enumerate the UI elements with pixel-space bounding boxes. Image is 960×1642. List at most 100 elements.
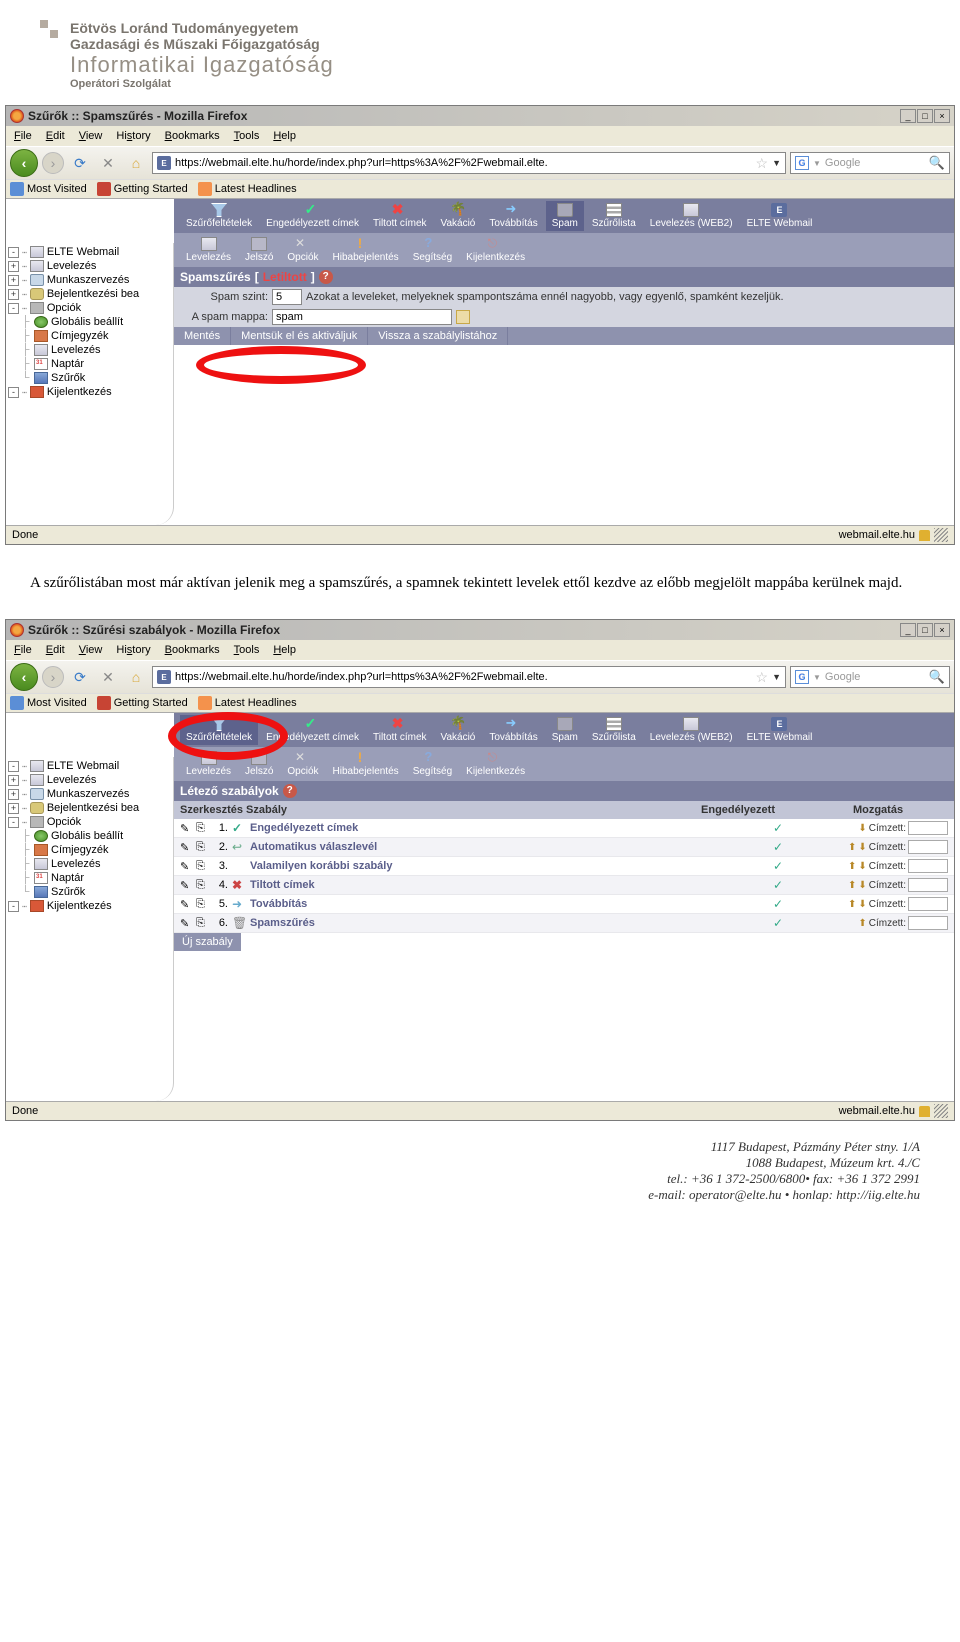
menu-edit[interactable]: Edit — [40, 642, 71, 658]
sidebar-cimjegyzek[interactable]: ├Címjegyzék — [6, 843, 173, 857]
sidebar-levelezes2[interactable]: ├Levelezés — [6, 343, 173, 357]
move-up-icon[interactable]: ⬆ — [858, 918, 866, 929]
copy-rule-icon[interactable]: ⎘ — [196, 860, 212, 873]
menu-bookmarks[interactable]: Bookmarks — [159, 642, 226, 658]
forward-button[interactable]: › — [42, 152, 64, 174]
tab-elte-webmail[interactable]: EELTE Webmail — [741, 715, 819, 745]
search-icon[interactable]: 🔍 — [929, 155, 945, 171]
tab-vakacio[interactable]: 🌴Vakáció — [435, 201, 482, 231]
sidebar-levelezes2[interactable]: ├Levelezés — [6, 857, 173, 871]
tab-levelezes-web2[interactable]: Levelezés (WEB2) — [644, 715, 739, 745]
tab-vakacio[interactable]: 🌴Vakáció — [435, 715, 482, 745]
minimize-button[interactable]: _ — [900, 109, 916, 123]
move-up-icon[interactable]: ⬆ — [848, 899, 856, 910]
menu-tools[interactable]: Tools — [228, 128, 266, 144]
edit-folder-icon[interactable] — [456, 310, 470, 324]
spam-level-input[interactable] — [272, 289, 302, 305]
url-dropdown-icon[interactable]: ▼ — [772, 158, 781, 168]
bookmark-getting-started[interactable]: Getting Started — [97, 182, 188, 196]
edit-rule-icon[interactable]: ✎ — [180, 879, 196, 892]
subtab-opciok[interactable]: ✕Opciók — [281, 235, 324, 265]
rule-enabled-icon[interactable]: ✓ — [708, 840, 848, 854]
back-button[interactable]: ‹ — [10, 663, 38, 691]
rule-name[interactable]: Valamilyen korábbi szabály — [250, 860, 708, 872]
sidebar-cimjegyzek[interactable]: ├Címjegyzék — [6, 329, 173, 343]
copy-rule-icon[interactable]: ⎘ — [196, 822, 212, 835]
save-button[interactable]: Mentés — [174, 327, 231, 345]
rule-enabled-icon[interactable]: ✓ — [708, 859, 848, 873]
subtab-kijelentkezes[interactable]: ⎋Kijelentkezés — [460, 235, 531, 265]
rule-enabled-icon[interactable]: ✓ — [708, 821, 848, 835]
rule-name[interactable]: Továbbítás — [250, 898, 708, 910]
edit-rule-icon[interactable]: ✎ — [180, 860, 196, 873]
copy-rule-icon[interactable]: ⎘ — [196, 879, 212, 892]
move-down-icon[interactable]: ⬇ — [858, 842, 866, 853]
close-button[interactable]: × — [934, 623, 950, 637]
reload-button[interactable]: ⟳ — [68, 665, 92, 689]
rule-enabled-icon[interactable]: ✓ — [708, 897, 848, 911]
sidebar-opciok[interactable]: -⋯Opciók — [6, 301, 173, 315]
bookmark-latest-headlines[interactable]: Latest Headlines — [198, 696, 297, 710]
menu-history[interactable]: History — [110, 128, 156, 144]
menu-help[interactable]: Help — [267, 642, 302, 658]
menu-file[interactable]: File — [8, 128, 38, 144]
sidebar-szurok[interactable]: └Szűrők — [6, 885, 173, 899]
tab-tiltott[interactable]: ✖Tiltott címek — [367, 201, 433, 231]
edit-rule-icon[interactable]: ✎ — [180, 917, 196, 930]
stop-button[interactable]: ✕ — [96, 151, 120, 175]
subtab-hibabejelentes[interactable]: !Hibabejelentés — [327, 235, 405, 265]
search-icon[interactable]: 🔍 — [929, 669, 945, 685]
rule-name[interactable]: Spamszűrés — [250, 917, 708, 929]
sidebar-szurok[interactable]: └Szűrők — [6, 371, 173, 385]
tab-szurofeltetelek[interactable]: Szűrőfeltételek — [180, 201, 258, 231]
back-button[interactable]: ‹ — [10, 149, 38, 177]
subtab-kijelentkezes[interactable]: ⎋Kijelentkezés — [460, 749, 531, 779]
sidebar-bejelentkezesi[interactable]: +⋯Bejelentkezési bea — [6, 287, 173, 301]
reload-button[interactable]: ⟳ — [68, 151, 92, 175]
menu-help[interactable]: Help — [267, 128, 302, 144]
menu-view[interactable]: View — [73, 128, 109, 144]
rule-name[interactable]: Automatikus válaszlevél — [250, 841, 708, 853]
subtab-opciok[interactable]: ✕Opciók — [281, 749, 324, 779]
sidebar-elte-webmail[interactable]: -⋯ELTE Webmail — [6, 245, 173, 259]
edit-rule-icon[interactable]: ✎ — [180, 898, 196, 911]
rule-enabled-icon[interactable]: ✓ — [708, 878, 848, 892]
sidebar-levelezes[interactable]: +⋯Levelezés — [6, 773, 173, 787]
url-dropdown-icon[interactable]: ▼ — [772, 672, 781, 682]
move-to-input[interactable] — [908, 859, 948, 873]
search-box[interactable]: G ▼ Google 🔍 — [790, 152, 950, 174]
resize-grip-icon[interactable] — [934, 1104, 948, 1118]
tab-elte-webmail[interactable]: EELTE Webmail — [741, 201, 819, 231]
new-rule-button[interactable]: Új szabály — [174, 933, 241, 951]
menu-edit[interactable]: Edit — [40, 128, 71, 144]
tab-spam[interactable]: Spam — [546, 201, 584, 231]
menu-file[interactable]: File — [8, 642, 38, 658]
sidebar-bejelentkezesi[interactable]: +⋯Bejelentkezési bea — [6, 801, 173, 815]
tab-szurolista[interactable]: Szűrőlista — [586, 201, 642, 231]
sidebar-kijelentkezes[interactable]: -⋯Kijelentkezés — [6, 899, 173, 913]
bookmark-star-icon[interactable]: ☆ — [756, 669, 769, 686]
menu-history[interactable]: History — [110, 642, 156, 658]
rule-name[interactable]: Tiltott címek — [250, 879, 708, 891]
sidebar-globalis[interactable]: ├Globális beállít — [6, 829, 173, 843]
url-bar-2[interactable]: E https://webmail.elte.hu/horde/index.ph… — [152, 666, 786, 688]
move-to-input[interactable] — [908, 840, 948, 854]
tab-szurolista[interactable]: Szűrőlista — [586, 715, 642, 745]
menu-tools[interactable]: Tools — [228, 642, 266, 658]
maximize-button[interactable]: □ — [917, 623, 933, 637]
edit-rule-icon[interactable]: ✎ — [180, 822, 196, 835]
subtab-levelezes[interactable]: Levelezés — [180, 749, 237, 779]
subtab-jelszo[interactable]: Jelszó — [239, 749, 279, 779]
move-up-icon[interactable]: ⬆ — [848, 861, 856, 872]
help-icon[interactable]: ? — [283, 784, 297, 798]
menu-view[interactable]: View — [73, 642, 109, 658]
menu-bookmarks[interactable]: Bookmarks — [159, 128, 226, 144]
copy-rule-icon[interactable]: ⎘ — [196, 898, 212, 911]
rule-enabled-icon[interactable]: ✓ — [708, 916, 848, 930]
bookmark-most-visited[interactable]: Most Visited — [10, 696, 87, 710]
maximize-button[interactable]: □ — [917, 109, 933, 123]
stop-button[interactable]: ✕ — [96, 665, 120, 689]
tab-engedelyezett[interactable]: ✓Engedélyezett címek — [260, 715, 365, 745]
sidebar-naptar[interactable]: ├Naptár — [6, 871, 173, 885]
sidebar-kijelentkezes[interactable]: -⋯Kijelentkezés — [6, 385, 173, 399]
